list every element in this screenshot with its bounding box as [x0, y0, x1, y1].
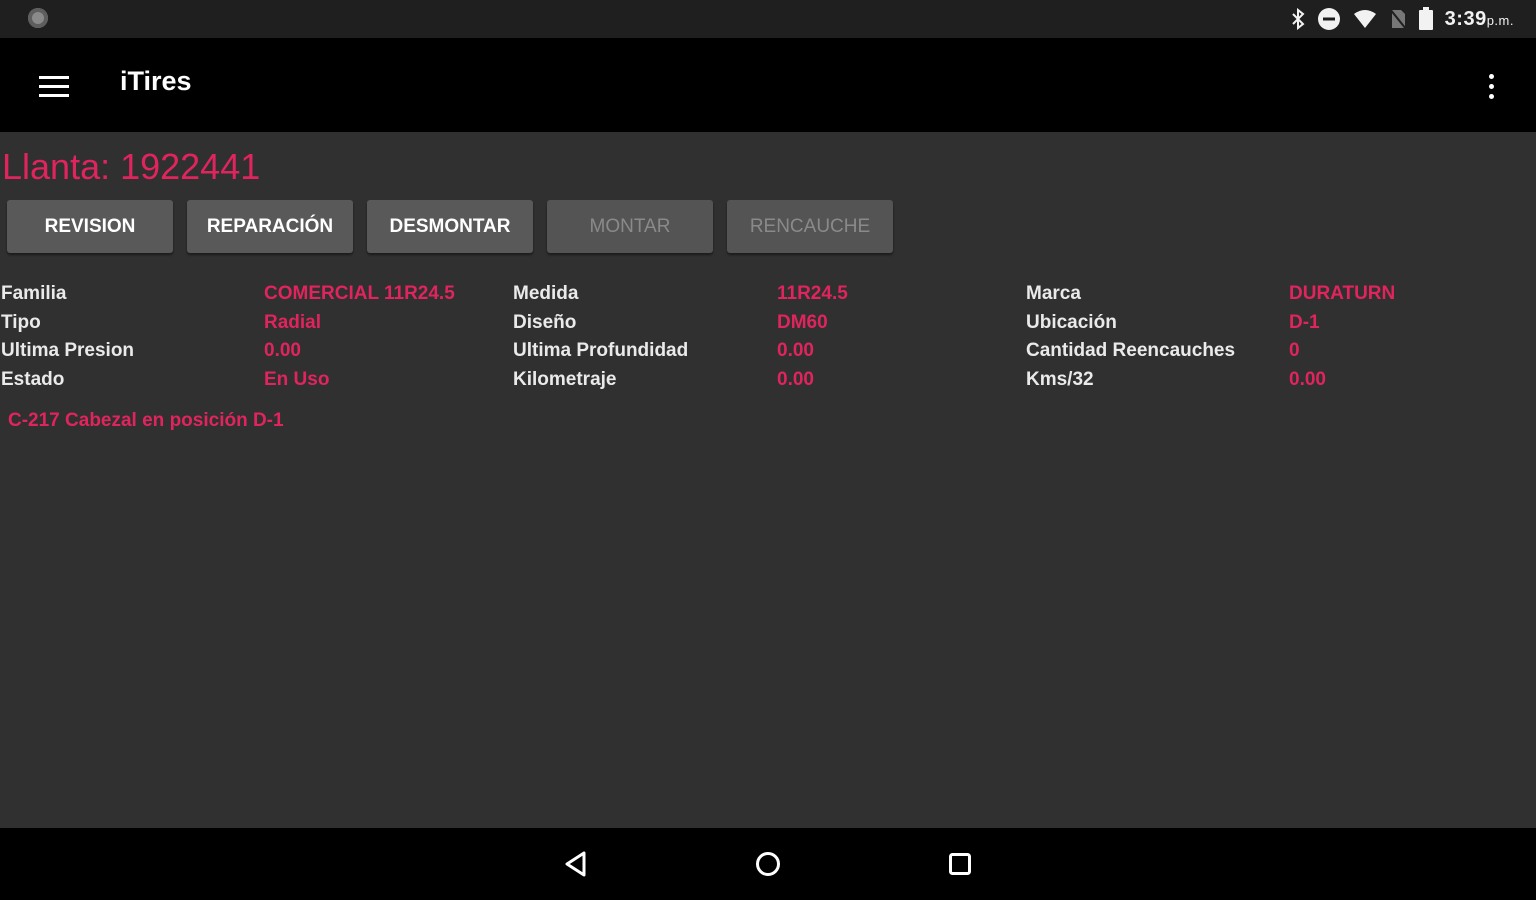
detail-label: Estado	[1, 369, 65, 391]
details-col1-values: COMERCIAL 11R24.5 Radial 0.00 En Uso	[264, 280, 455, 395]
detail-label: Marca	[1026, 283, 1081, 304]
do-not-disturb-icon	[1317, 7, 1341, 31]
montar-button[interactable]: MONTAR	[547, 200, 713, 253]
detail-value: COMERCIAL 11R24.5	[264, 283, 455, 304]
details-col1-labels: Familia Tipo Ultima Presion Estado	[1, 280, 134, 395]
rencauche-button[interactable]: RENCAUCHE	[727, 200, 893, 253]
revision-button[interactable]: REVISION	[7, 200, 173, 253]
details-col2-labels: Medida Diseño Ultima Profundidad Kilomet…	[513, 280, 688, 395]
reparacion-button[interactable]: REPARACIÓN	[187, 200, 353, 253]
detail-label: Kms/32	[1026, 369, 1094, 391]
detail-label: Ubicación	[1026, 311, 1117, 333]
detail-label: Ultima Profundidad	[513, 340, 689, 362]
recents-icon[interactable]	[942, 846, 978, 882]
app-title: iTires	[120, 66, 192, 96]
detail-value: 0	[1289, 340, 1300, 362]
detail-value: 0.00	[264, 340, 301, 362]
menu-icon[interactable]	[30, 68, 78, 104]
details-col3-values: DURATURN D-1 0 0.00	[1289, 280, 1395, 395]
status-time: 3:39p.m.	[1445, 8, 1514, 31]
app-bar: iTires	[0, 38, 1536, 132]
detail-value: DM60	[777, 311, 828, 333]
detail-label: Kilometraje	[513, 369, 617, 391]
detail-value: D-1	[1289, 311, 1320, 333]
time-ampm: p.m.	[1486, 12, 1514, 28]
page-title: Llanta: 1922441	[2, 146, 261, 187]
details-col3-labels: Marca Ubicación Cantidad Reencauches Kms…	[1026, 280, 1235, 395]
detail-value: En Uso	[264, 369, 330, 391]
status-icons: 3:39p.m.	[1291, 4, 1514, 34]
detail-value: DURATURN	[1289, 283, 1396, 304]
detail-label: Ultima Presion	[1, 340, 135, 362]
home-icon[interactable]	[750, 846, 786, 882]
detail-value: 0.00	[1289, 369, 1326, 391]
detail-label: Diseño	[513, 311, 577, 333]
desmontar-button[interactable]: DESMONTAR	[367, 200, 533, 253]
notification-dot-icon	[28, 8, 48, 28]
more-vert-icon[interactable]	[1476, 68, 1506, 104]
no-sim-icon	[1388, 8, 1407, 30]
detail-label: Medida	[513, 283, 579, 304]
navigation-bar	[0, 828, 1536, 900]
tire-detail-content: Llanta: 1922441 REVISION REPARACIÓN DESM…	[0, 132, 1536, 828]
detail-label: Cantidad Reencauches	[1026, 340, 1236, 362]
detail-value: 11R24.5	[777, 283, 848, 304]
detail-label: Tipo	[1, 311, 41, 333]
back-icon[interactable]	[558, 846, 594, 882]
bluetooth-icon	[1291, 8, 1305, 30]
wifi-icon	[1353, 9, 1377, 29]
details-col2-values: 11R24.5 DM60 0.00 0.00	[777, 280, 848, 395]
detail-value: 0.00	[777, 369, 814, 391]
location-note: C-217 Cabezal en posición D-1	[8, 410, 284, 431]
status-bar: 3:39p.m.	[0, 0, 1536, 38]
time-value: 3:39	[1444, 7, 1487, 30]
detail-label: Familia	[1, 283, 67, 304]
detail-value: 0.00	[777, 340, 814, 362]
detail-value: Radial	[264, 311, 322, 333]
battery-icon	[1418, 7, 1433, 31]
